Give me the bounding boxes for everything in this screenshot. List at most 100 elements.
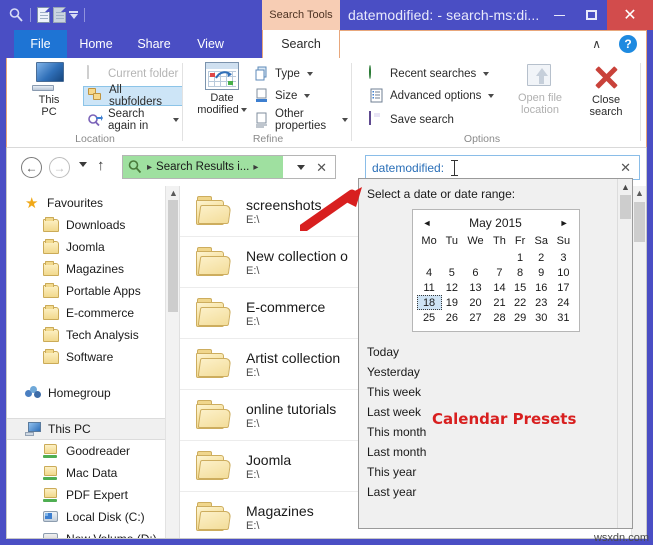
- date-modified-button[interactable]: Date modified: [194, 62, 250, 116]
- forward-button[interactable]: →: [49, 157, 70, 178]
- prev-month-icon[interactable]: ◄: [423, 218, 432, 228]
- search-icon[interactable]: [8, 7, 24, 23]
- dropdown-scroll-thumb[interactable]: [620, 195, 631, 219]
- calendar-day[interactable]: [417, 250, 442, 265]
- back-button[interactable]: ←: [21, 157, 42, 178]
- calendar-day[interactable]: 5: [442, 265, 462, 280]
- navpane-scrollbar[interactable]: ▲: [165, 186, 179, 539]
- properties-icon[interactable]: [53, 7, 66, 23]
- chevron-down-icon[interactable]: [307, 72, 313, 76]
- all-subfolders-button[interactable]: All subfolders: [83, 86, 183, 106]
- calendar-day[interactable]: [489, 250, 510, 265]
- sidebar-item-e-commerce[interactable]: E-commerce: [7, 302, 179, 324]
- recent-searches-button[interactable]: Recent searches: [365, 64, 493, 84]
- calendar-day[interactable]: 3: [552, 250, 574, 265]
- preset-yesterday[interactable]: Yesterday: [367, 362, 632, 382]
- calendar-day[interactable]: 8: [510, 265, 530, 280]
- calendar-day[interactable]: [442, 250, 462, 265]
- file-list-scroll-thumb[interactable]: [634, 202, 645, 242]
- calendar-day[interactable]: 29: [510, 310, 530, 325]
- calendar-day[interactable]: 23: [530, 295, 552, 310]
- chevron-up-icon[interactable]: ▲: [635, 188, 644, 198]
- calendar-day[interactable]: 9: [530, 265, 552, 280]
- sidebar-item-joomla[interactable]: Joomla: [7, 236, 179, 258]
- preset-this-year[interactable]: This year: [367, 462, 632, 482]
- navpane-scroll-thumb[interactable]: [168, 200, 178, 312]
- calendar-day[interactable]: 22: [510, 295, 530, 310]
- help-icon[interactable]: ?: [619, 35, 637, 53]
- calendar-day[interactable]: 6: [462, 265, 489, 280]
- sidebar-item-this-pc[interactable]: This PC: [7, 418, 179, 440]
- chevron-up-icon[interactable]: ▲: [169, 188, 178, 198]
- calendar-day[interactable]: 2: [530, 250, 552, 265]
- sidebar-item-goodreader[interactable]: Goodreader: [7, 440, 179, 462]
- sidebar-item-portable-apps[interactable]: Portable Apps: [7, 280, 179, 302]
- calendar-day[interactable]: 25: [417, 310, 442, 325]
- calendar-day[interactable]: 13: [462, 280, 489, 295]
- sidebar-item-downloads[interactable]: Downloads: [7, 214, 179, 236]
- stop-refresh-icon[interactable]: ✕: [316, 160, 327, 176]
- breadcrumb[interactable]: Search Results i...: [156, 161, 249, 173]
- up-button[interactable]: ↑: [97, 157, 105, 174]
- sidebar-item-mac-data[interactable]: Mac Data: [7, 462, 179, 484]
- close-button[interactable]: ✕: [607, 0, 653, 30]
- chevron-down-icon[interactable]: [488, 94, 494, 98]
- calendar-day[interactable]: 14: [489, 280, 510, 295]
- calendar-day[interactable]: 31: [552, 310, 574, 325]
- breadcrumb-separator-2[interactable]: ▸: [253, 162, 258, 173]
- calendar-day[interactable]: 21: [489, 295, 510, 310]
- search-again-in-button[interactable]: Search again in: [83, 110, 183, 130]
- calendar-day[interactable]: 30: [530, 310, 552, 325]
- sidebar-item-local-disk-c[interactable]: Local Disk (C:): [7, 506, 179, 528]
- address-bar[interactable]: ▸ Search Results i... ▸ ✕: [122, 155, 336, 179]
- calendar-day[interactable]: 28: [489, 310, 510, 325]
- type-filter-button[interactable]: Type: [250, 64, 317, 84]
- tab-home[interactable]: Home: [67, 30, 125, 58]
- save-search-button[interactable]: Save search: [365, 110, 458, 130]
- calendar-day[interactable]: 15: [510, 280, 530, 295]
- chevron-down-icon[interactable]: [241, 108, 247, 112]
- chevron-down-icon[interactable]: [304, 94, 310, 98]
- open-file-location-button[interactable]: Open file location: [511, 62, 569, 116]
- dropdown-scrollbar[interactable]: ▲: [617, 179, 632, 528]
- clear-search-icon[interactable]: ✕: [620, 160, 631, 176]
- calendar-day[interactable]: 4: [417, 265, 442, 280]
- search-box[interactable]: datemodified: ✕: [365, 155, 640, 180]
- tab-share[interactable]: Share: [125, 30, 183, 58]
- chevron-up-icon[interactable]: ▲: [621, 182, 630, 192]
- collapse-ribbon-icon[interactable]: ∧: [592, 37, 601, 51]
- tab-view[interactable]: View: [183, 30, 238, 58]
- calendar-day[interactable]: 1: [510, 250, 530, 265]
- advanced-options-button[interactable]: Advanced options: [365, 86, 498, 106]
- sidebar-item-favourites[interactable]: ★ Favourites: [7, 192, 179, 214]
- tab-search[interactable]: Search: [262, 30, 340, 58]
- current-folder-button[interactable]: Current folder: [83, 64, 182, 84]
- preset-last-month[interactable]: Last month: [367, 442, 632, 462]
- chevron-down-icon[interactable]: [342, 118, 348, 122]
- preset-this-week[interactable]: This week: [367, 382, 632, 402]
- preset-last-year[interactable]: Last year: [367, 482, 632, 502]
- calendar-day[interactable]: 19: [442, 295, 462, 310]
- calendar-day[interactable]: 27: [462, 310, 489, 325]
- sidebar-item-magazines[interactable]: Magazines: [7, 258, 179, 280]
- calendar-day-selected[interactable]: 18: [417, 295, 442, 310]
- sidebar-item-homegroup[interactable]: Homegroup: [7, 382, 179, 404]
- sidebar-item-pdf-expert[interactable]: PDF Expert: [7, 484, 179, 506]
- next-month-icon[interactable]: ►: [560, 218, 569, 228]
- chevron-down-icon[interactable]: [483, 72, 489, 76]
- close-search-button[interactable]: Close search: [579, 62, 633, 118]
- preset-today[interactable]: Today: [367, 342, 632, 362]
- calendar-day[interactable]: [462, 250, 489, 265]
- new-document-icon[interactable]: [37, 7, 50, 23]
- size-filter-button[interactable]: Size: [250, 86, 314, 106]
- calendar-day[interactable]: 12: [442, 280, 462, 295]
- address-dropdown-icon[interactable]: [297, 165, 305, 170]
- calendar-day[interactable]: 26: [442, 310, 462, 325]
- recent-locations-icon[interactable]: [79, 162, 87, 167]
- calendar-day[interactable]: 17: [552, 280, 574, 295]
- sidebar-item-software[interactable]: Software: [7, 346, 179, 368]
- tab-file[interactable]: File: [14, 30, 67, 58]
- search-input[interactable]: datemodified:: [372, 161, 444, 175]
- this-pc-button[interactable]: This PC: [21, 62, 77, 118]
- calendar-day[interactable]: 7: [489, 265, 510, 280]
